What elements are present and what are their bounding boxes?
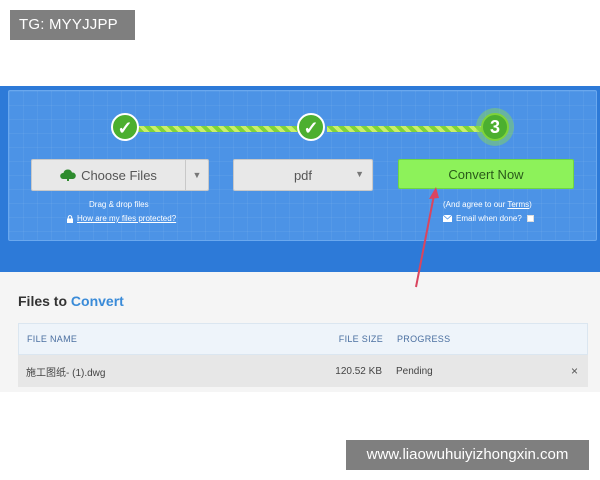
converter-card: ✓ ✓ 3 Choose Files ▼ pdf ▼ Convert Now D…: [8, 90, 597, 241]
email-when-done-row: Email when done?: [443, 214, 534, 223]
lock-icon: [67, 214, 73, 223]
terms-link[interactable]: Terms: [507, 200, 529, 209]
step-3-indicator: 3: [481, 113, 509, 141]
output-format-value: pdf: [293, 167, 313, 183]
table-header: FILE NAME FILE SIZE PROGRESS: [18, 323, 588, 355]
converter-hero: ✓ ✓ 3 Choose Files ▼ pdf ▼ Convert Now D…: [0, 86, 600, 272]
col-file-name: FILE NAME: [27, 334, 78, 344]
file-size-cell: 120.52 KB: [335, 365, 382, 377]
page: TG: MYYJJPP ✓ ✓ 3 Choose Files ▼ pdf ▼ C…: [0, 0, 600, 480]
files-section-title: Files to Convert: [18, 293, 124, 309]
step-2-check-icon: ✓: [297, 113, 325, 141]
file-name-cell: 施工图纸- (1).dwg: [26, 367, 106, 379]
step-connector-1: [133, 126, 303, 132]
output-format-select[interactable]: pdf ▼: [233, 159, 373, 191]
files-table: FILE NAME FILE SIZE PROGRESS 施工图纸- (1).d…: [18, 323, 588, 387]
agree-suffix: ): [529, 200, 532, 209]
files-to-convert-section: Files to Convert FILE NAME FILE SIZE PRO…: [0, 272, 600, 392]
table-row: 施工图纸- (1).dwg 120.52 KB Pending ×: [18, 355, 588, 387]
choose-files-button[interactable]: Choose Files ▼: [31, 159, 209, 191]
mail-icon: [443, 215, 452, 222]
files-protected-link[interactable]: How are my files protected?: [77, 214, 176, 223]
col-progress: PROGRESS: [397, 334, 451, 344]
chevron-down-icon: ▼: [355, 169, 364, 179]
files-title-accent: Convert: [70, 293, 124, 309]
step-1-check-icon: ✓: [111, 113, 139, 141]
col-file-size: FILE SIZE: [338, 334, 383, 344]
choose-files-dropdown-icon[interactable]: ▼: [186, 170, 208, 180]
progress-cell: Pending: [396, 365, 433, 377]
files-title-prefix: Files to: [18, 293, 71, 309]
agree-prefix: (And agree to our: [443, 200, 508, 209]
choose-files-main[interactable]: Choose Files: [32, 160, 185, 190]
email-when-done-label: Email when done?: [456, 214, 522, 223]
files-protected-row: How are my files protected?: [66, 214, 176, 223]
terms-agreement: (And agree to our Terms): [443, 200, 532, 209]
drag-drop-hint: Drag & drop files: [89, 200, 149, 209]
watermark-top: TG: MYYJJPP: [10, 10, 135, 40]
annotation-arrow-icon: [415, 187, 439, 288]
watermark-bottom: www.liaowuhuiyizhongxin.com: [346, 440, 589, 470]
remove-file-icon[interactable]: ×: [542, 364, 588, 378]
step-connector-2: [327, 126, 487, 132]
choose-files-label: Choose Files: [81, 167, 157, 183]
cloud-upload-icon: [60, 169, 76, 181]
email-when-done-checkbox[interactable]: [526, 215, 534, 222]
